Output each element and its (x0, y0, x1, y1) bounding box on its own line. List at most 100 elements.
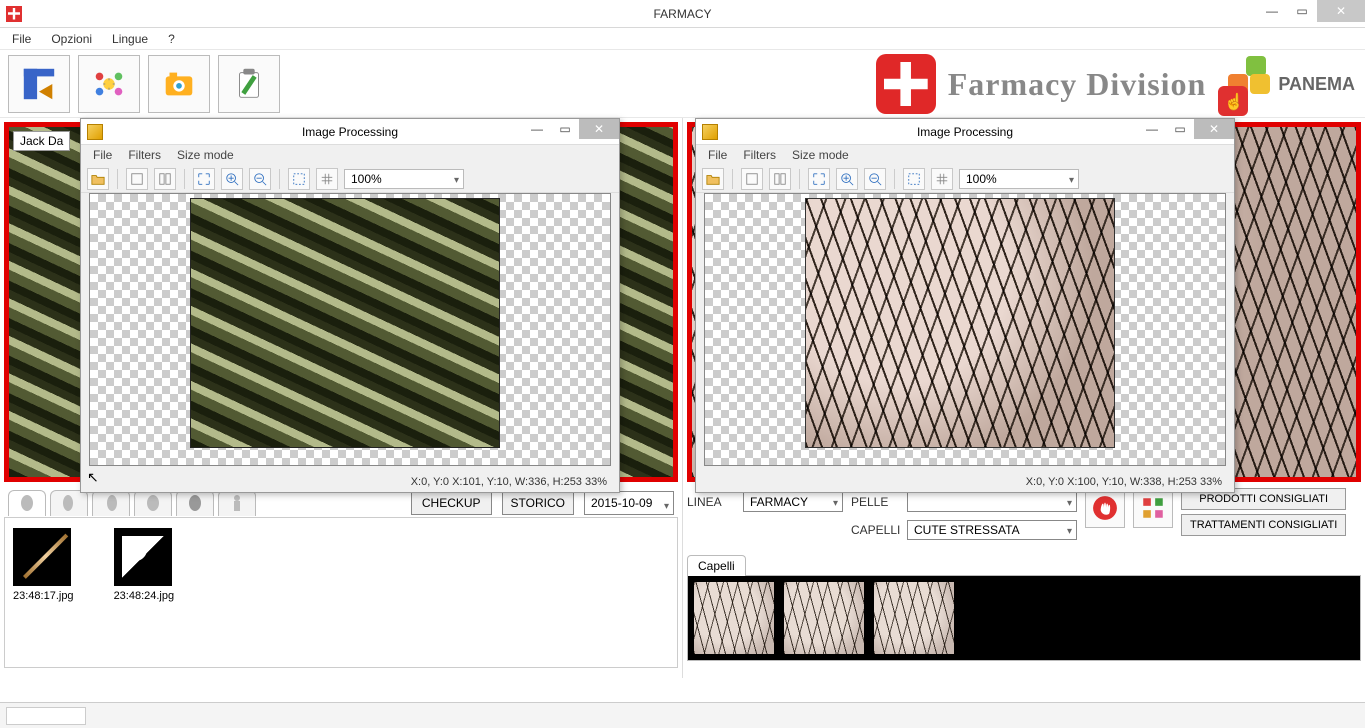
capelli-label: CAPELLI (851, 523, 901, 537)
toolbar-clipboard-button[interactable] (218, 55, 280, 113)
linea-select[interactable]: FARMACY (743, 492, 843, 512)
toolbar-separator (799, 169, 800, 189)
imgproc-menu-file[interactable]: File (702, 146, 733, 164)
imgproc-close[interactable]: ✕ (579, 119, 619, 139)
clipboard-icon (230, 65, 268, 103)
imgproc-titlebar[interactable]: Image Processing — ▭ ✕ (81, 119, 619, 145)
thumbnail-image (114, 528, 172, 586)
menu-file[interactable]: File (4, 30, 39, 48)
imgproc-maximize[interactable]: ▭ (1166, 119, 1194, 139)
capelli-section: Capelli (687, 554, 1361, 661)
menu-lingue[interactable]: Lingue (104, 30, 156, 48)
imgproc-menu-filters[interactable]: Filters (122, 146, 167, 164)
toolbar-body-button[interactable] (78, 55, 140, 113)
grid-action-button[interactable] (1133, 488, 1173, 528)
division-name: Farmacy Division (948, 66, 1207, 103)
thumbnail-item[interactable]: 23:48:17.jpg (13, 528, 74, 657)
view1-button[interactable] (741, 168, 763, 190)
imgproc-window-left[interactable]: Image Processing — ▭ ✕ File Filters Size… (80, 118, 620, 493)
zoom-select[interactable]: 100% (344, 169, 464, 189)
grid-toggle-button[interactable] (931, 168, 953, 190)
imgproc-canvas[interactable] (704, 193, 1226, 466)
trattamenti-button[interactable]: TRATTAMENTI CONSIGLIATI (1181, 514, 1346, 536)
imgproc-toolbar: 100% (696, 165, 1234, 193)
capelli-thumb[interactable] (784, 582, 864, 654)
grid-icon (1140, 495, 1166, 521)
view2-button[interactable] (769, 168, 791, 190)
maximize-button[interactable]: ▭ (1287, 0, 1317, 22)
tab-capelli[interactable]: Capelli (687, 555, 746, 576)
selection-button[interactable] (288, 168, 310, 190)
menu-opzioni[interactable]: Opzioni (43, 30, 100, 48)
vendor-logo: ☝ PANEMA (1218, 56, 1355, 112)
close-button[interactable]: ✕ (1317, 0, 1365, 22)
grid-toggle-button[interactable] (316, 168, 338, 190)
fit-button[interactable] (193, 168, 215, 190)
open-button[interactable] (702, 168, 724, 190)
checkup-button[interactable]: CHECKUP (411, 491, 492, 515)
imgproc-maximize[interactable]: ▭ (551, 119, 579, 139)
tab-head-right[interactable] (92, 490, 130, 516)
imgproc-menu-sizemode[interactable]: Size mode (786, 146, 855, 164)
toolbar-separator (184, 169, 185, 189)
zoom-in-button[interactable] (221, 168, 243, 190)
imgproc-menubar: File Filters Size mode (696, 145, 1234, 165)
medical-cross-icon (876, 54, 936, 114)
thumbnail-caption: 23:48:24.jpg (114, 590, 175, 602)
pelle-select[interactable] (907, 492, 1077, 512)
main-menubar: File Opzioni Lingue ? (0, 28, 1365, 50)
zoom-select[interactable]: 100% (959, 169, 1079, 189)
capelli-thumbnail-strip (687, 575, 1361, 661)
imgproc-menu-file[interactable]: File (87, 146, 118, 164)
storico-button[interactable]: STORICO (502, 491, 574, 515)
right-form: LINEA FARMACY PELLE CAPELLI CUTE STRESSA… (687, 488, 1361, 544)
touch-action-button[interactable] (1085, 488, 1125, 528)
toolbar-separator (732, 169, 733, 189)
tab-body[interactable] (218, 490, 256, 516)
cursor-icon: ↖ (87, 469, 99, 486)
zoom-in-button[interactable] (836, 168, 858, 190)
imgproc-minimize[interactable]: — (1138, 119, 1166, 139)
zoom-out-button[interactable] (249, 168, 271, 190)
toolbar-camera-button[interactable] (148, 55, 210, 113)
imgproc-toolbar: 100% (81, 165, 619, 193)
canvas-image (805, 198, 1115, 448)
camera-icon (160, 65, 198, 103)
imgproc-close[interactable]: ✕ (1194, 119, 1234, 139)
patient-name-badge: Jack Da (13, 131, 70, 151)
imgproc-canvas[interactable] (89, 193, 611, 466)
statusbar (0, 702, 1365, 728)
date-select[interactable]: 2015-10-09 (584, 491, 674, 515)
zoom-out-button[interactable] (864, 168, 886, 190)
thumbnail-image (13, 528, 71, 586)
main-titlebar: FARMACY — ▭ ✕ (0, 0, 1365, 28)
imgproc-status: X:0, Y:0 X:101, Y:10, W:336, H:253 33% (407, 474, 611, 490)
thumbnail-item[interactable]: 23:48:24.jpg (114, 528, 175, 657)
open-button[interactable] (87, 168, 109, 190)
tab-head-back[interactable] (134, 490, 172, 516)
thumbnail-caption: 23:48:17.jpg (13, 590, 74, 602)
toolbar-back-button[interactable] (8, 55, 70, 113)
capelli-select[interactable]: CUTE STRESSATA (907, 520, 1077, 540)
capelli-thumb[interactable] (694, 582, 774, 654)
menu-help[interactable]: ? (160, 30, 183, 48)
hand-icon (1092, 495, 1118, 521)
tab-head-left[interactable] (50, 490, 88, 516)
imgproc-window-right[interactable]: Image Processing — ▭ ✕ File Filters Size… (695, 118, 1235, 493)
imgproc-titlebar[interactable]: Image Processing — ▭ ✕ (696, 119, 1234, 145)
imgproc-menu-sizemode[interactable]: Size mode (171, 146, 240, 164)
view2-button[interactable] (154, 168, 176, 190)
toolbar-separator (117, 169, 118, 189)
selection-button[interactable] (903, 168, 925, 190)
minimize-button[interactable]: — (1257, 0, 1287, 22)
capelli-thumb[interactable] (874, 582, 954, 654)
imgproc-minimize[interactable]: — (523, 119, 551, 139)
imgproc-menu-filters[interactable]: Filters (737, 146, 782, 164)
pelle-label: PELLE (851, 495, 901, 509)
tab-head-front[interactable] (8, 490, 46, 516)
vendor-name: PANEMA (1278, 74, 1355, 95)
fit-button[interactable] (808, 168, 830, 190)
tab-face[interactable] (176, 490, 214, 516)
window-title: FARMACY (0, 7, 1365, 21)
view1-button[interactable] (126, 168, 148, 190)
